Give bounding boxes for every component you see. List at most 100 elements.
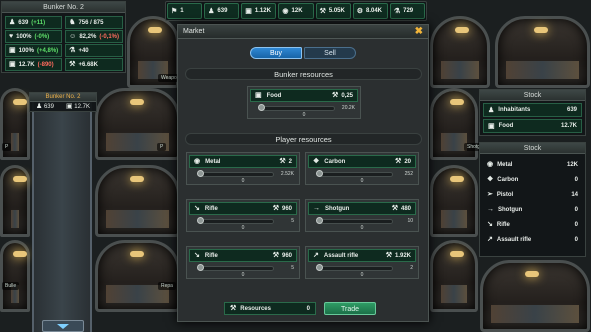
resource-resources[interactable]: ⚒ 5.05K	[315, 3, 351, 19]
resource-energy[interactable]: ⚙ 8.04K	[352, 3, 388, 19]
carbon-icon: ❖	[487, 176, 494, 183]
slider-value: 0	[241, 272, 245, 278]
close-icon[interactable]: ✖	[415, 26, 423, 37]
resources-icon: ⚒	[272, 205, 279, 212]
slider-handle[interactable]	[197, 217, 204, 224]
tab-buy[interactable]: Buy	[250, 47, 302, 59]
stock-label: Metal	[497, 161, 513, 168]
slider-track[interactable]	[198, 219, 274, 224]
resource-price: 0,25	[341, 92, 353, 99]
panel-title: Bunker No. 2	[2, 2, 125, 13]
bunker-room[interactable]	[430, 16, 490, 88]
stock-value: 14	[571, 191, 578, 198]
market-title: Market	[183, 28, 205, 35]
resource-label: Carbon	[324, 158, 346, 165]
quantity-slider[interactable]: 2.52K 0	[190, 170, 296, 185]
panel-title: Stock	[480, 143, 585, 154]
stock-row-inhabitants: ♟ Inhabitants 639	[483, 103, 582, 117]
shotgun-icon: →	[487, 206, 494, 213]
slider-max: 5	[291, 218, 294, 224]
room-label: Bulle	[2, 282, 20, 290]
stat-food-level: ▣ 100% (+4,8%)	[5, 44, 63, 57]
resource-label: Shotgun	[325, 205, 350, 212]
resource-price: 1.92K	[394, 252, 411, 259]
mini-value: 639	[43, 104, 54, 110]
resource-value: 1.12K	[254, 8, 271, 14]
workers-icon: ♞	[69, 19, 76, 26]
resources-icon: ⚒	[395, 158, 402, 165]
stock-panel-bottom: Stock ◉ Metal 12K ❖ Carbon 0 ➢ Pistol 14 → S…	[479, 142, 586, 257]
stat-delta: (-0%)	[34, 33, 50, 40]
resource-food[interactable]: ▣ 1.12K	[241, 3, 277, 19]
resource-value: 729	[403, 8, 414, 14]
bunker-room[interactable]	[430, 240, 478, 312]
slider-track[interactable]	[317, 219, 393, 224]
slider-track[interactable]	[317, 172, 393, 177]
stat-value: 639	[18, 19, 29, 26]
stat-resources: ⚒ +6.68K	[65, 58, 124, 71]
bunker-room[interactable]	[95, 88, 180, 160]
stat-delta: (+4,8%)	[36, 47, 59, 54]
slider-max: 252	[404, 171, 413, 177]
stock-value: 0	[574, 221, 578, 228]
inhabitants-icon: ♟	[208, 7, 215, 15]
elevator-down-button[interactable]	[42, 320, 84, 332]
shotgun-icon: →	[313, 205, 320, 212]
slider-handle[interactable]	[316, 217, 323, 224]
food-icon: ▣	[9, 47, 16, 54]
resource-science[interactable]: ⚗ 729	[389, 3, 425, 19]
quantity-slider[interactable]: 2 0	[309, 264, 415, 279]
bunker-room[interactable]	[430, 165, 478, 237]
slider-handle[interactable]	[197, 264, 204, 271]
stat-science: ⚗ +40	[65, 44, 124, 57]
slider-track[interactable]	[198, 266, 274, 271]
quantity-slider[interactable]: 5 0	[190, 264, 296, 279]
inhabitants-icon: ♟	[9, 19, 16, 26]
quantity-slider[interactable]: 20.2K 0	[251, 104, 357, 119]
room-label: P	[157, 143, 167, 151]
resource-header: ◉ Metal ⚒ 2	[189, 155, 297, 168]
resources-value: 0	[306, 305, 310, 312]
bunker-stats-panel: Bunker No. 2 ♟ 639 (+11) ♞ 756 / 875 ♥ 1…	[1, 1, 126, 73]
resources-icon: ⚒	[319, 7, 326, 15]
stat-value: +40	[78, 47, 89, 54]
slider-value: 0	[360, 225, 364, 231]
bunker-room[interactable]	[95, 165, 180, 237]
resource-metal[interactable]: ◉ 12K	[278, 3, 314, 19]
quantity-slider[interactable]: 5 0	[190, 217, 296, 232]
quantity-slider[interactable]: 10 0	[309, 217, 415, 232]
trade-button[interactable]: Trade	[324, 302, 376, 315]
slider-handle[interactable]	[197, 170, 204, 177]
bunker-room[interactable]	[95, 240, 180, 312]
tab-sell[interactable]: Sell	[304, 47, 356, 59]
slider-track[interactable]	[317, 266, 393, 271]
stock-label: Pistol	[496, 191, 514, 198]
quantity-slider[interactable]: 252 0	[309, 170, 415, 185]
bunker-room[interactable]	[495, 16, 590, 88]
player-resource-card: ↘ Rifle ⚒ 960 5 0	[186, 246, 300, 279]
slider-handle[interactable]	[258, 104, 265, 111]
resource-value: 8.04K	[365, 8, 382, 14]
slider-track[interactable]	[259, 106, 335, 111]
resource-soldiers[interactable]: ⚑ 1	[167, 3, 203, 19]
stock-label: Rifle	[496, 221, 510, 228]
science-icon: ⚗	[69, 47, 76, 54]
bunker-room[interactable]	[0, 165, 30, 237]
slider-handle[interactable]	[316, 264, 323, 271]
resource-price: 960	[281, 252, 292, 259]
slider-handle[interactable]	[316, 170, 323, 177]
stock-row-metal: ◉ Metal 12K	[483, 157, 582, 172]
section-bunker-resources: Bunker resources	[185, 68, 422, 80]
resource-price: 480	[400, 205, 411, 212]
stock-label: Shotgun	[498, 206, 523, 213]
bunker-room[interactable]	[480, 260, 590, 332]
stat-delta: (-890)	[37, 61, 54, 68]
resource-inhabitants[interactable]: ♟ 639	[204, 3, 240, 19]
slider-track[interactable]	[198, 172, 274, 177]
bunker-room[interactable]	[0, 240, 30, 312]
slider-value: 0	[360, 178, 364, 184]
food-icon: ▣	[488, 122, 495, 130]
resources-icon: ⚒	[332, 92, 339, 99]
stat-inhabitants: ♟ 639 (+11)	[5, 16, 63, 29]
bunker-mini-panel[interactable]: Bunker No. 2 ♟ 639 ▣ 12.7K	[29, 92, 97, 112]
